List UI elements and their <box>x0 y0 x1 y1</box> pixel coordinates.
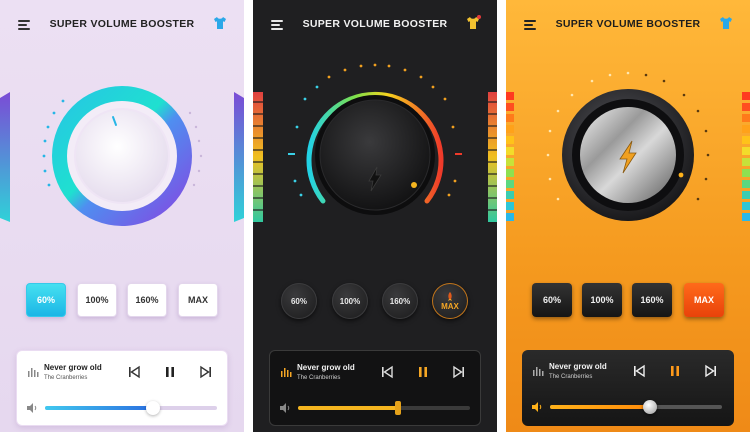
speaker-volume-icon <box>280 403 290 413</box>
skip-next-icon[interactable] <box>199 365 213 379</box>
preset-buttons: 60% 100% 160% MAX <box>253 283 497 323</box>
skip-previous-icon[interactable] <box>632 364 646 378</box>
skip-next-icon[interactable] <box>452 365 466 379</box>
song-title: Never grow old <box>549 362 607 371</box>
song-artist: The Cranberries <box>44 375 88 381</box>
music-note-icon <box>281 368 292 377</box>
skip-previous-icon[interactable] <box>127 365 141 379</box>
volume-slider-fill <box>550 405 650 409</box>
volume-knob[interactable] <box>0 55 244 255</box>
preset-max-button[interactable]: MAX <box>684 283 724 317</box>
volume-slider-thumb[interactable] <box>395 401 401 415</box>
song-title: Never grow old <box>44 363 102 372</box>
preset-60-button[interactable]: 60% <box>281 283 317 319</box>
preset-160-button[interactable]: 160% <box>632 283 672 317</box>
preset-buttons: 60% 100% 160% MAX <box>0 283 244 323</box>
rocket-icon <box>448 291 452 301</box>
skip-previous-icon[interactable] <box>380 365 394 379</box>
tshirt-theme-icon[interactable] <box>718 15 734 31</box>
app-title: SUPER VOLUME BOOSTER <box>49 18 195 30</box>
pause-icon[interactable] <box>163 365 177 379</box>
volume-slider[interactable] <box>550 400 722 414</box>
music-note-icon <box>28 368 39 377</box>
song-artist: The Cranberries <box>549 374 593 380</box>
preset-60-button[interactable]: 60% <box>26 283 66 317</box>
screenshot-collage: SUPER VOLUME BOOSTER 60% 100% 160% MAX N… <box>0 0 750 432</box>
app-header: SUPER VOLUME BOOSTER <box>0 12 244 38</box>
phone-screen-dark: SUPER VOLUME BOOSTER 60% 100% 160% MAX N… <box>253 0 497 432</box>
preset-160-button[interactable]: 160% <box>382 283 418 319</box>
preset-60-button[interactable]: 60% <box>532 283 572 317</box>
volume-slider-thumb[interactable] <box>146 401 160 415</box>
pause-icon[interactable] <box>668 364 682 378</box>
music-player: Never grow old The Cranberries <box>522 350 734 426</box>
preset-100-button[interactable]: 100% <box>582 283 622 317</box>
app-header: SUPER VOLUME BOOSTER <box>506 12 750 38</box>
preset-max-button[interactable]: MAX <box>178 283 218 317</box>
pause-icon[interactable] <box>416 365 430 379</box>
song-artist: The Cranberries <box>297 375 341 381</box>
speaker-volume-icon <box>532 402 542 412</box>
app-title: SUPER VOLUME BOOSTER <box>555 18 701 30</box>
preset-max-label: MAX <box>441 301 459 311</box>
speaker-volume-icon <box>27 403 37 413</box>
volume-slider[interactable] <box>298 401 470 415</box>
app-header: SUPER VOLUME BOOSTER <box>253 12 497 38</box>
skip-next-icon[interactable] <box>704 364 718 378</box>
volume-slider-fill <box>45 406 153 410</box>
song-title: Never grow old <box>297 363 355 372</box>
tshirt-theme-icon[interactable] <box>212 15 228 31</box>
volume-knob[interactable] <box>506 55 750 255</box>
music-player: Never grow old The Cranberries <box>269 350 481 426</box>
preset-160-button[interactable]: 160% <box>127 283 167 317</box>
preset-buttons: 60% 100% 160% MAX <box>506 283 750 323</box>
preset-max-button[interactable]: MAX <box>432 283 468 319</box>
preset-100-button[interactable]: 100% <box>77 283 117 317</box>
tshirt-theme-icon[interactable] <box>465 15 481 31</box>
phone-screen-orange: SUPER VOLUME BOOSTER 60% 100% 160% MAX N… <box>506 0 750 432</box>
volume-knob[interactable] <box>253 55 497 255</box>
phone-screen-light: SUPER VOLUME BOOSTER 60% 100% 160% MAX N… <box>0 0 244 432</box>
volume-slider-fill <box>298 406 398 410</box>
music-note-icon <box>533 367 544 376</box>
volume-slider[interactable] <box>45 401 217 415</box>
preset-100-button[interactable]: 100% <box>332 283 368 319</box>
volume-slider-thumb[interactable] <box>643 400 657 414</box>
app-title: SUPER VOLUME BOOSTER <box>302 18 448 30</box>
music-player: Never grow old The Cranberries <box>16 350 228 426</box>
